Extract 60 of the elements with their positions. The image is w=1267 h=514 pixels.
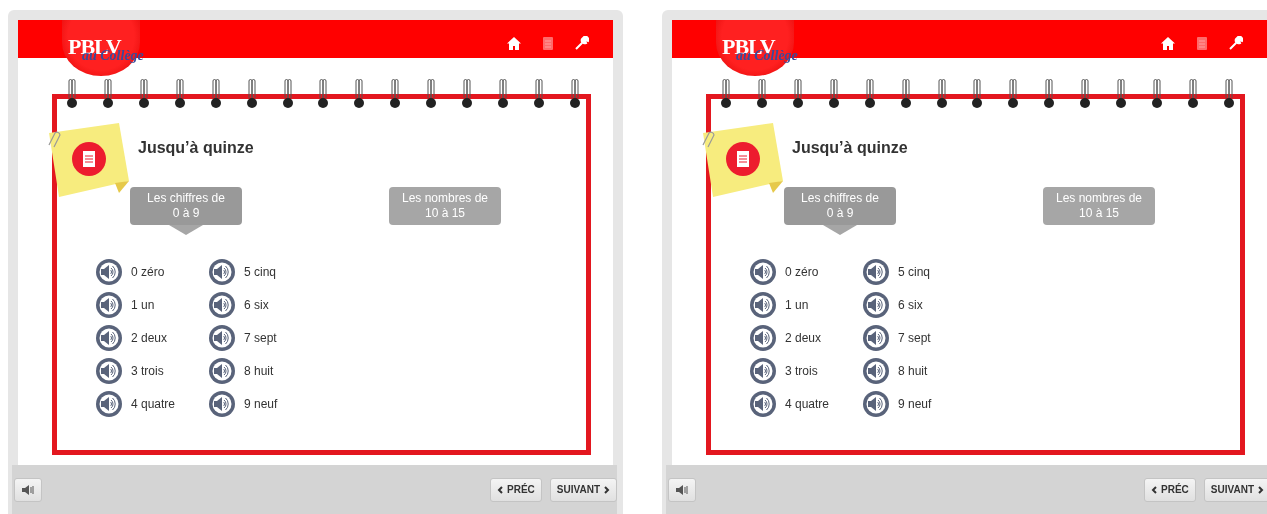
speaker-icon[interactable] — [750, 291, 776, 318]
speaker-icon — [22, 484, 34, 495]
speaker-icon[interactable] — [209, 324, 235, 351]
number-word: 7 sept — [898, 330, 931, 345]
number-word: 7 sept — [244, 330, 277, 345]
chevron-right-icon — [1258, 485, 1264, 494]
home-icon[interactable] — [1161, 37, 1175, 50]
number-word: 6 six — [898, 297, 923, 312]
speaker-icon[interactable] — [750, 258, 776, 285]
number-word: 9 neuf — [898, 396, 932, 411]
speaker-icon[interactable] — [863, 324, 889, 351]
number-word: 0 zéro — [785, 264, 819, 279]
speaker-icon[interactable] — [750, 324, 776, 351]
speaker-icon[interactable] — [96, 357, 122, 384]
chevron-left-icon — [497, 485, 504, 494]
sound-button[interactable] — [668, 477, 696, 502]
chevron-right-icon — [604, 485, 610, 494]
number-word: 3 trois — [785, 363, 818, 378]
speaker-icon[interactable] — [863, 357, 889, 384]
home-icon[interactable] — [507, 37, 521, 50]
number-word: 0 zéro — [131, 264, 165, 279]
speaker-icon[interactable] — [863, 390, 889, 417]
number-word: 1 un — [785, 297, 809, 312]
speaker-icon[interactable] — [96, 324, 122, 351]
speaker-icon[interactable] — [209, 291, 235, 318]
tab-pointer — [169, 225, 203, 235]
speaker-icon — [676, 484, 688, 495]
number-word: 9 neuf — [244, 396, 278, 411]
speaker-icon[interactable] — [209, 357, 235, 384]
previous-button[interactable]: PRÉC — [1144, 477, 1196, 502]
next-button[interactable]: SUIVANT — [549, 477, 617, 502]
speaker-icon[interactable] — [750, 390, 776, 417]
speaker-icon[interactable] — [863, 291, 889, 318]
next-button[interactable]: SUIVANT — [1203, 477, 1267, 502]
wrench-icon[interactable] — [1229, 36, 1243, 50]
speaker-icon[interactable] — [96, 258, 122, 285]
previous-button[interactable]: PRÉC — [490, 477, 542, 502]
number-word: 2 deux — [785, 330, 822, 345]
number-word: 8 huit — [244, 363, 274, 378]
speaker-icon[interactable] — [96, 291, 122, 318]
speaker-icon[interactable] — [96, 390, 122, 417]
lesson-title: Jusqu’à quinze — [138, 139, 255, 157]
number-word: 1 un — [131, 297, 155, 312]
number-word: 5 cinq — [244, 264, 277, 279]
number-word: 8 huit — [898, 363, 928, 378]
speaker-icon[interactable] — [209, 258, 235, 285]
chevron-left-icon — [1151, 485, 1158, 494]
sound-button[interactable] — [14, 477, 42, 502]
number-word: 2 deux — [131, 330, 168, 345]
number-word: 6 six — [244, 297, 269, 312]
number-word: 4 quatre — [131, 396, 176, 411]
number-word: 3 trois — [131, 363, 164, 378]
tab-pointer — [823, 225, 857, 235]
speaker-icon[interactable] — [209, 390, 235, 417]
lesson-title: Jusqu’à quinze — [792, 139, 909, 157]
number-word: 4 quatre — [785, 396, 830, 411]
wrench-icon[interactable] — [575, 36, 589, 50]
speaker-icon[interactable] — [750, 357, 776, 384]
speaker-icon[interactable] — [863, 258, 889, 285]
number-word: 5 cinq — [898, 264, 931, 279]
